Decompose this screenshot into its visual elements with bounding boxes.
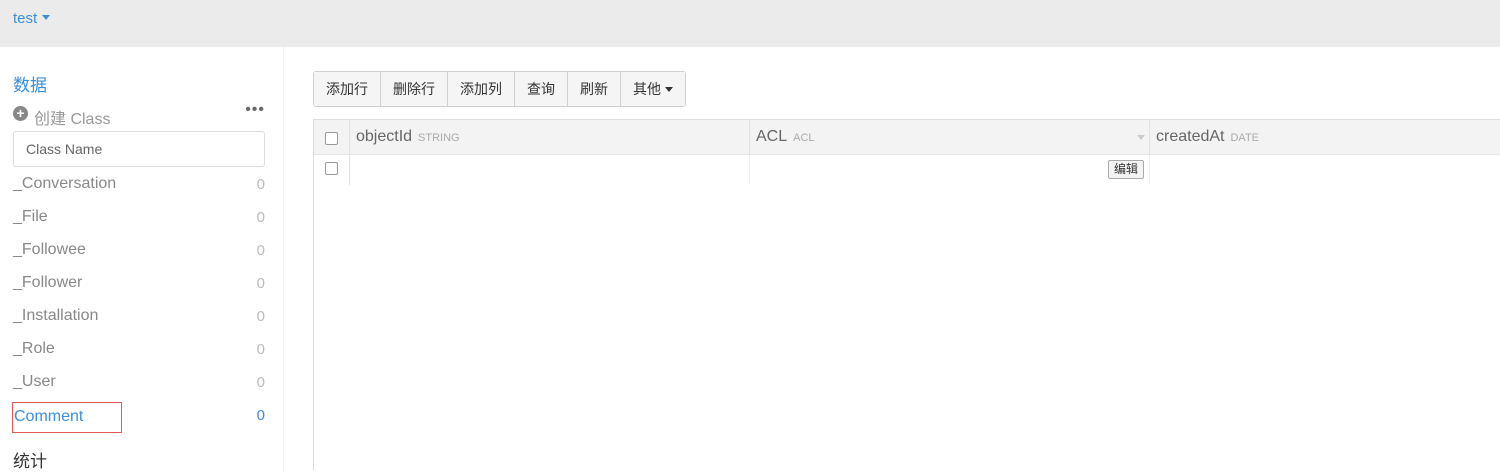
class-item-role[interactable]: _Role 0 [13,338,265,371]
sidebar-divider [283,47,284,470]
class-name: _Follower [13,274,83,291]
class-item-follower[interactable]: _Follower 0 [13,272,265,305]
cell-objectid[interactable] [350,155,750,185]
class-name-input[interactable] [13,131,265,167]
refresh-button[interactable]: 刷新 [568,72,621,106]
class-item-installation[interactable]: _Installation 0 [13,305,265,338]
class-item-conversation[interactable]: _Conversation 0 [13,173,265,206]
table-row: 编辑 [314,155,1500,185]
class-name: _Role [13,340,55,357]
class-item-file[interactable]: _File 0 [13,206,265,239]
class-name: Comment [12,402,122,433]
class-name: _Conversation [13,175,117,192]
class-name: _Installation [13,307,99,324]
column-type: DATE [1230,132,1260,144]
column-header-acl[interactable]: ACL ACL [750,120,1150,155]
column-name: createdAt [1156,128,1225,145]
class-name: _File [13,208,48,225]
caret-down-icon[interactable] [1137,135,1145,140]
cell-createdat[interactable] [1150,155,1500,185]
app-name: test [13,10,38,27]
caret-down-icon [42,15,51,20]
class-count: 0 [256,374,265,391]
more-icon[interactable]: ••• [245,101,265,119]
row-select-cell [314,155,350,185]
class-name: _Followee [13,241,86,258]
other-dropdown-button[interactable]: 其他 [621,72,685,106]
stats-section-title[interactable]: 统计 [13,447,47,472]
column-header-createdat[interactable]: createdAt DATE [1150,120,1500,155]
class-count: 0 [256,341,265,358]
cell-acl[interactable]: 编辑 [750,155,1150,185]
column-type: ACL [793,132,815,144]
query-button[interactable]: 查询 [515,72,568,106]
data-section-title[interactable]: 数据 [13,71,47,96]
data-grid: objectId STRING ACL ACL createdAt DATE 编辑 [313,119,1500,470]
class-item-comment[interactable]: Comment 0 [12,402,265,437]
column-type: STRING [418,132,460,144]
top-bar: test [0,0,1500,47]
class-item-user[interactable]: _User 0 [13,371,265,404]
class-list: _Conversation 0 _File 0 _Followee 0 _Fol… [12,173,265,437]
add-column-button[interactable]: 添加列 [448,72,515,106]
column-name: objectId [356,128,413,145]
column-name: ACL [756,128,788,145]
class-count: 0 [256,209,265,226]
class-name: _User [13,373,56,390]
select-all-cell [314,120,350,155]
other-label: 其他 [633,81,661,97]
acl-edit-button[interactable]: 编辑 [1107,160,1144,179]
class-count: 0 [256,275,265,292]
class-item-followee[interactable]: _Followee 0 [13,239,265,272]
grid-header: objectId STRING ACL ACL createdAt DATE [314,120,1500,155]
app-switcher[interactable]: test [13,10,51,27]
column-header-objectid[interactable]: objectId STRING [350,120,750,155]
create-class-row: + 创建 Class ••• [13,101,265,128]
row-checkbox[interactable] [325,162,338,175]
add-row-button[interactable]: 添加行 [314,72,381,106]
plus-circle-icon[interactable]: + [13,106,28,121]
sidebar: 数据 + 创建 Class ••• _Conversation 0 _File … [0,47,283,472]
caret-down-icon [665,87,673,92]
class-count: 0 [256,308,265,325]
select-all-checkbox[interactable] [325,132,338,145]
delete-row-button[interactable]: 删除行 [381,72,448,106]
class-count: 0 [256,176,265,193]
class-count: 0 [256,242,265,259]
toolbar: 添加行 删除行 添加列 查询 刷新 其他 [313,71,686,107]
class-count: 0 [256,407,265,424]
create-class-button[interactable]: 创建 Class [34,105,110,129]
